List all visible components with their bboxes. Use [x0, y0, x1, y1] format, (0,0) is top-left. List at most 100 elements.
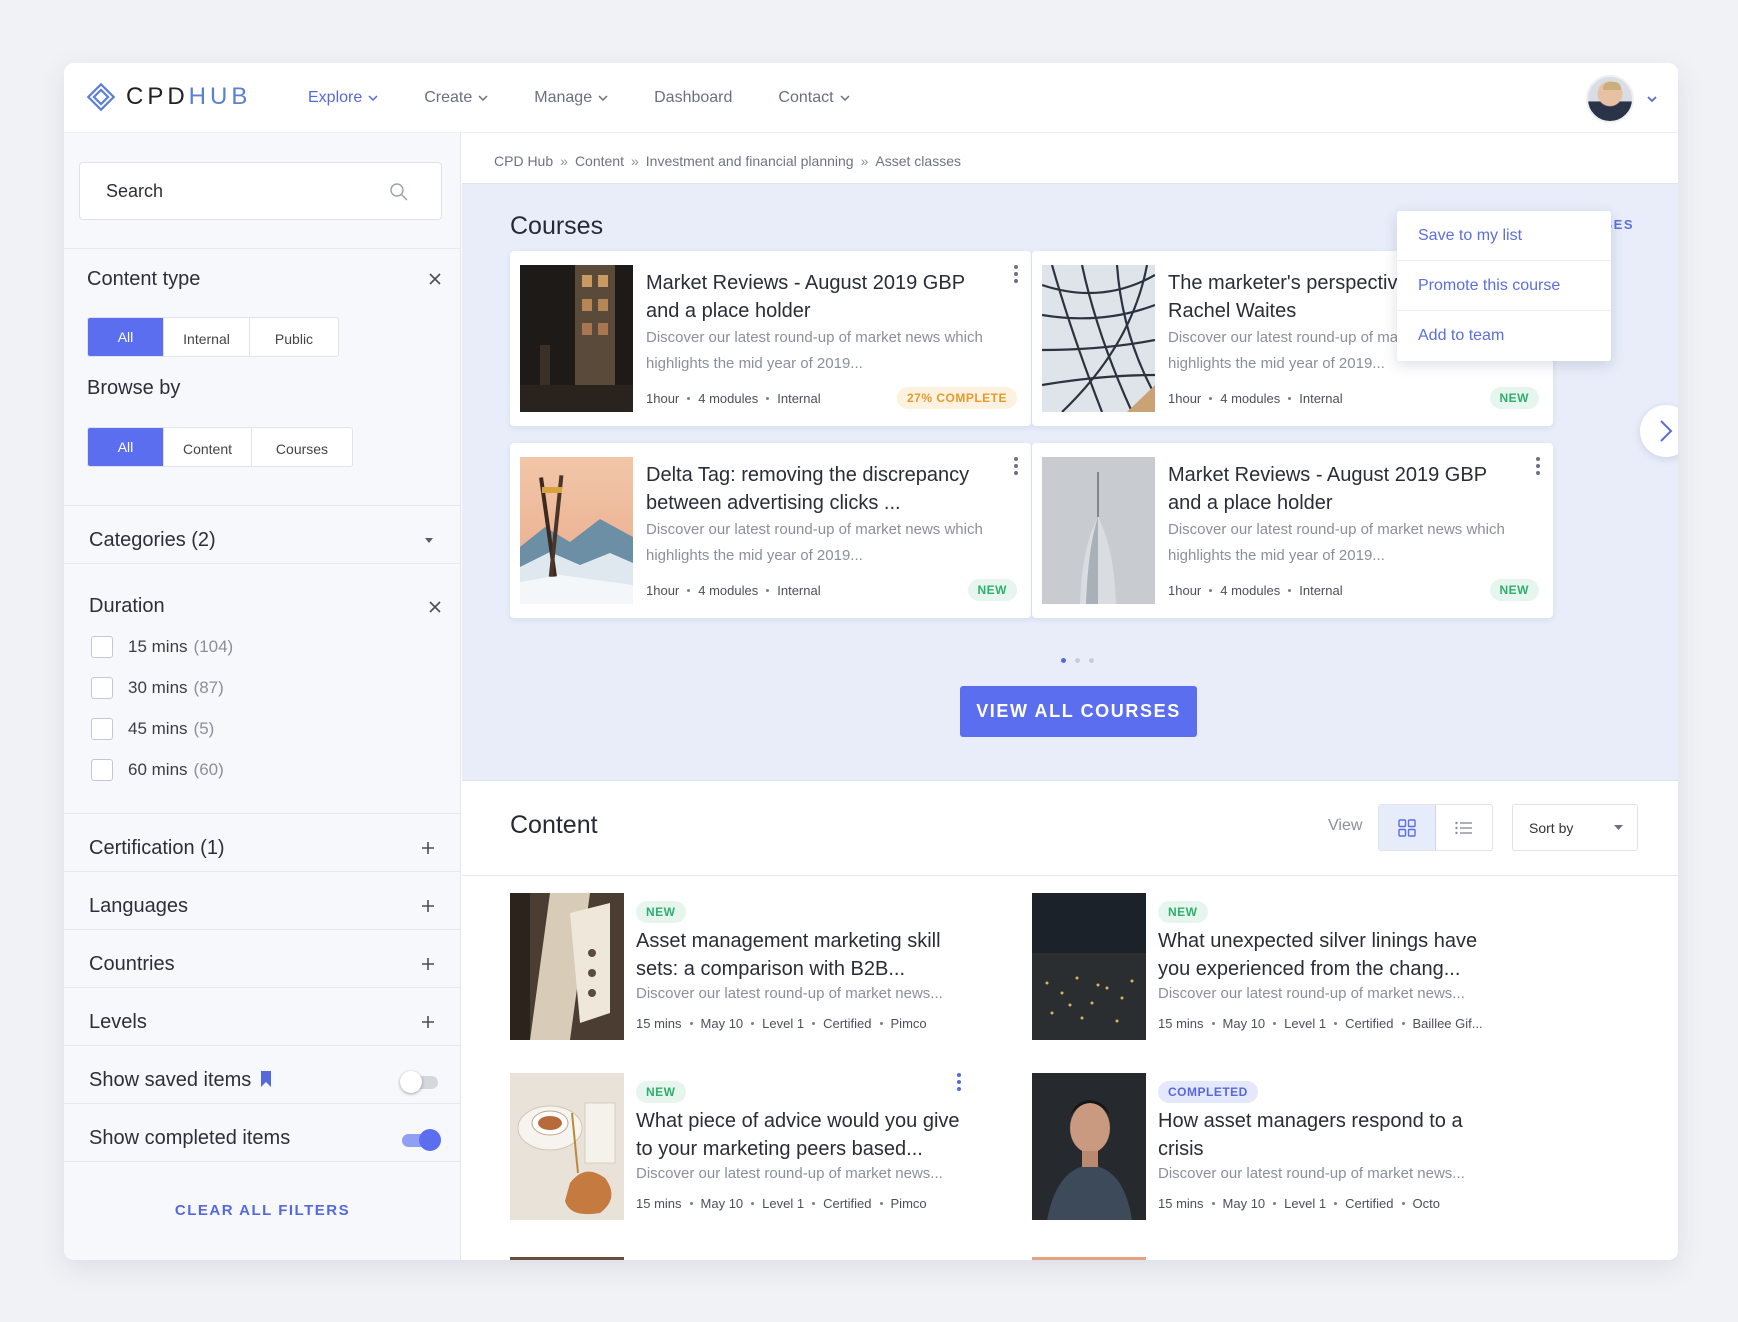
plus-icon[interactable] [420, 840, 436, 856]
content-type-internal[interactable]: Internal [164, 318, 250, 356]
more-options-icon[interactable] [956, 1073, 962, 1093]
meta-level: Level 1 [1284, 1016, 1327, 1031]
bookmark-icon [261, 1071, 272, 1087]
plus-icon[interactable] [420, 898, 436, 914]
more-options-icon[interactable] [1013, 265, 1019, 285]
more-options-icon[interactable] [1535, 457, 1541, 477]
chevron-down-icon[interactable] [1646, 93, 1658, 105]
carousel-pager [1061, 658, 1103, 663]
content-item[interactable]: COMPLETED How asset managers respond to … [1032, 1073, 1552, 1221]
course-modules: 4 modules [698, 583, 759, 598]
languages-title[interactable]: Languages [89, 895, 188, 918]
content-title[interactable]: How asset managers respond to a crisis [1158, 1107, 1488, 1163]
duration-option-60[interactable]: 60 mins (60) [91, 759, 224, 781]
checkbox[interactable] [91, 718, 113, 740]
content-type-public[interactable]: Public [250, 318, 338, 356]
nav-explore-label: Explore [308, 89, 363, 106]
checkbox[interactable] [91, 759, 113, 781]
show-saved-toggle[interactable] [400, 1071, 440, 1093]
close-icon[interactable] [427, 271, 443, 287]
search-input[interactable] [106, 163, 376, 219]
plus-icon[interactable] [420, 1014, 436, 1030]
content-type-all[interactable]: All [88, 318, 164, 356]
nav-manage-label: Manage [534, 89, 593, 106]
certification-title[interactable]: Certification (1) [89, 837, 225, 860]
meta-date: May 10 [1222, 1016, 1266, 1031]
content-meta: 15 mins May 10 Level 1 Certified Pimco [636, 1196, 927, 1211]
duration-option-15[interactable]: 15 mins (104) [91, 636, 233, 658]
filter-sidebar: Content type All Internal Public Browse … [64, 133, 461, 1260]
nav-manage[interactable]: Manage [534, 89, 608, 107]
list-view-button[interactable] [1436, 805, 1493, 850]
levels-title[interactable]: Levels [89, 1011, 147, 1034]
search-icon[interactable] [389, 182, 409, 202]
breadcrumb-separator: » [860, 153, 869, 169]
content-title[interactable]: What unexpected silver linings have you … [1158, 927, 1488, 983]
browse-by-courses[interactable]: Courses [252, 428, 352, 466]
content-item[interactable]: NEW What unexpected silver linings have … [1032, 893, 1552, 1041]
meta-duration: 15 mins [636, 1196, 682, 1211]
duration-title: Duration [89, 595, 165, 617]
chevron-down-icon [598, 95, 608, 102]
checkbox[interactable] [91, 636, 113, 658]
pager-dot[interactable] [1061, 658, 1066, 663]
separator-dot [1288, 589, 1292, 592]
pager-dot[interactable] [1075, 658, 1080, 663]
breadcrumb-item[interactable]: Asset classes [875, 153, 961, 169]
carousel-next-button[interactable] [1640, 405, 1678, 457]
course-card[interactable]: Market Reviews - August 2019 GBP and a p… [510, 251, 1031, 426]
breadcrumb-item[interactable]: Investment and financial planning [646, 153, 854, 169]
nav-contact[interactable]: Contact [778, 89, 850, 107]
menu-promote-course[interactable]: Promote this course [1397, 261, 1611, 311]
user-menu[interactable] [1586, 75, 1658, 123]
divider [64, 505, 461, 506]
breadcrumb-item[interactable]: CPD Hub [494, 153, 553, 169]
course-title[interactable]: Market Reviews - August 2019 GBP and a p… [1168, 461, 1508, 517]
nav-create[interactable]: Create [424, 89, 488, 107]
menu-save-to-list[interactable]: Save to my list [1397, 211, 1611, 261]
breadcrumb-item[interactable]: Content [575, 153, 624, 169]
meta-certified: Certified [1345, 1016, 1394, 1031]
menu-add-to-team[interactable]: Add to team [1397, 311, 1611, 361]
browse-by-content[interactable]: Content [164, 428, 252, 466]
content-title[interactable]: Asset management marketing skill sets: a… [636, 927, 966, 983]
course-thumbnail [520, 457, 633, 604]
content-item[interactable]: NEW Asset management marketing skill set… [510, 893, 1030, 1041]
close-icon[interactable] [427, 599, 443, 615]
course-card[interactable]: Market Reviews - August 2019 GBP and a p… [1032, 443, 1553, 618]
content-thumbnail [510, 893, 624, 1040]
top-header: CPDHUB Explore Create Manage Dashboard C… [64, 63, 1678, 133]
caret-down-icon[interactable] [424, 538, 434, 544]
course-title[interactable]: Delta Tag: removing the discrepancy betw… [646, 461, 986, 517]
duration-option-30[interactable]: 30 mins (87) [91, 677, 224, 699]
grid-view-button[interactable] [1379, 805, 1436, 850]
clear-all-filters-button[interactable]: CLEAR ALL FILTERS [64, 1202, 461, 1219]
logo[interactable]: CPDHUB [86, 82, 251, 112]
courses-section: Courses HIDE COURSES Market Reviews - Au… [462, 183, 1678, 781]
nav-contact-label: Contact [778, 89, 834, 106]
content-title[interactable]: What piece of advice would you give to y… [636, 1107, 966, 1163]
new-badge: NEW [636, 1081, 686, 1103]
course-card[interactable]: Delta Tag: removing the discrepancy betw… [510, 443, 1031, 618]
content-thumbnail [510, 1073, 624, 1220]
nav-explore[interactable]: Explore [308, 89, 378, 107]
duration-option-45[interactable]: 45 mins (5) [91, 718, 214, 740]
countries-title[interactable]: Countries [89, 953, 175, 976]
nav-dashboard[interactable]: Dashboard [654, 89, 732, 107]
avatar[interactable] [1586, 75, 1634, 123]
sort-dropdown[interactable]: Sort by [1512, 804, 1638, 851]
plus-icon[interactable] [420, 956, 436, 972]
content-item[interactable]: NEW What piece of advice would you give … [510, 1073, 1030, 1221]
categories-title[interactable]: Categories (2) [89, 529, 216, 552]
browse-by-toggle: All Content Courses [87, 427, 353, 467]
show-completed-label: Show completed items [89, 1127, 291, 1149]
pager-dot[interactable] [1089, 658, 1094, 663]
course-duration: 1hour [646, 583, 680, 598]
more-options-icon[interactable] [1013, 457, 1019, 477]
show-completed-toggle[interactable] [400, 1129, 441, 1151]
separator-dot [812, 1202, 816, 1205]
checkbox[interactable] [91, 677, 113, 699]
view-all-courses-button[interactable]: VIEW ALL COURSES [960, 686, 1197, 737]
course-title[interactable]: Market Reviews - August 2019 GBP and a p… [646, 269, 986, 325]
browse-by-all[interactable]: All [88, 428, 164, 466]
